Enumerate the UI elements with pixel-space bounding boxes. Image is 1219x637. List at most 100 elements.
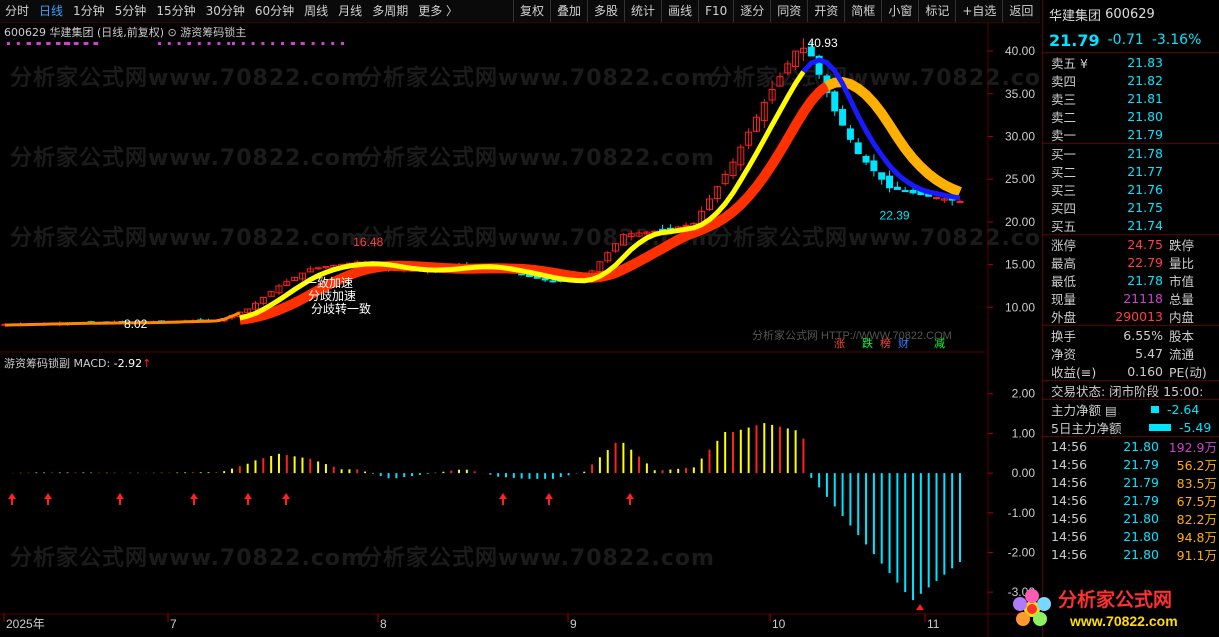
tick-time: 14:56 bbox=[1051, 510, 1088, 526]
price-change: -0.71 bbox=[1107, 32, 1144, 48]
event-badge: 跌 bbox=[862, 336, 873, 350]
low-label: 8.02 bbox=[124, 317, 148, 331]
y-tick-label: 10.00 bbox=[1005, 300, 1035, 314]
y-tick-label: 2.00 bbox=[1012, 387, 1036, 401]
signal-dot bbox=[28, 42, 31, 45]
period-tab[interactable]: 15分钟 bbox=[151, 0, 200, 22]
y-tick-label: -2.00 bbox=[1008, 545, 1036, 559]
signal-dot bbox=[188, 42, 191, 45]
period-tab[interactable]: 30分钟 bbox=[201, 0, 250, 22]
buy-arrow-icon bbox=[116, 492, 124, 505]
period-tab[interactable]: 5分钟 bbox=[110, 0, 152, 22]
flow-value: -2.64 bbox=[1167, 401, 1200, 417]
toolbar-button[interactable]: 逐分 bbox=[733, 0, 770, 22]
candle-body bbox=[549, 280, 557, 283]
signal-dot bbox=[227, 42, 231, 45]
logo-url: www.70822.com bbox=[1069, 613, 1178, 629]
flow-label: 5日主力净额 bbox=[1051, 420, 1122, 436]
signal-label: 分歧加速 bbox=[308, 289, 356, 303]
toolbar-button[interactable]: 多股 bbox=[587, 0, 624, 22]
indicator-title: 游资筹码锁副 MACD: -2.92↑ bbox=[4, 357, 152, 370]
signal-dot bbox=[64, 42, 67, 45]
bid-row: 买四 21.75 bbox=[1043, 198, 1219, 216]
ma-line bbox=[4, 311, 241, 327]
y-tick-label: 25.00 bbox=[1005, 172, 1035, 186]
signal-dot bbox=[167, 42, 171, 45]
row-value: 0.160 bbox=[1127, 363, 1163, 379]
toolbar-button[interactable]: 标记 bbox=[918, 0, 955, 22]
chart-title: 600629 华建集团 (日线,前复权) ⊙ 游资筹码锁主 bbox=[4, 26, 247, 39]
signal-dot bbox=[93, 42, 97, 45]
ask-row: 卖五 ¥ 21.83 bbox=[1043, 53, 1219, 71]
flow-bar bbox=[1149, 423, 1171, 431]
row-label: 换手 bbox=[1051, 328, 1077, 344]
bid-row: 买二 21.77 bbox=[1043, 162, 1219, 180]
row-value: 21.80 bbox=[1127, 108, 1163, 124]
row-value: 21.83 bbox=[1127, 54, 1163, 70]
period-tab[interactable]: 周线 bbox=[299, 0, 333, 22]
y-tick-label: 20.00 bbox=[1005, 215, 1035, 229]
toolbar-button[interactable]: F10 bbox=[698, 0, 733, 22]
row-label: 最低 bbox=[1051, 273, 1077, 289]
bid-row: 买三 21.76 bbox=[1043, 180, 1219, 198]
up-arrow-icon: ↑ bbox=[142, 357, 152, 370]
tick-volume: 91.1万 bbox=[1176, 547, 1217, 563]
candle-body bbox=[682, 224, 690, 227]
trade-status: 交易状态: 闭市阶段 15:00: bbox=[1043, 380, 1219, 399]
period-tab[interactable]: 1分钟 bbox=[68, 0, 110, 22]
row-label: 卖五 ¥ bbox=[1051, 55, 1088, 71]
signal-dot bbox=[241, 42, 245, 45]
toolbar-button[interactable]: 小窗 bbox=[881, 0, 918, 22]
toolbar-button[interactable]: 简框 bbox=[844, 0, 881, 22]
period-tab[interactable]: 月线 bbox=[333, 0, 367, 22]
stat-row: 收益(≡) 0.160 PE(动) bbox=[1043, 362, 1219, 380]
toolbar-button[interactable]: 统计 bbox=[624, 0, 661, 22]
toolbar-button[interactable]: 同资 bbox=[770, 0, 807, 22]
row-label: 卖四 bbox=[1051, 73, 1077, 89]
row-label-2: 内盘 bbox=[1169, 309, 1195, 325]
candle-body bbox=[831, 91, 839, 112]
signal-dot bbox=[37, 42, 41, 45]
row-label-2: 总量 bbox=[1169, 291, 1195, 307]
toolbar-button[interactable]: 返回 bbox=[1002, 0, 1039, 22]
stock-chart[interactable]: 40.00 35.00 30.00 25.00 20.00 15.00 10.00 2.00 1… bbox=[0, 22, 1040, 637]
tick-volume: 82.2万 bbox=[1176, 511, 1217, 527]
toolbar-button[interactable]: 开资 bbox=[807, 0, 844, 22]
toolbar-button[interactable]: 复权 bbox=[513, 0, 550, 22]
signal-dot bbox=[292, 42, 295, 45]
row-label: 现量 bbox=[1051, 291, 1077, 307]
period-tab[interactable]: 多周期 bbox=[367, 0, 413, 22]
row-value: 21.76 bbox=[1127, 181, 1163, 197]
ask-row: 卖一 21.79 bbox=[1043, 125, 1219, 143]
toolbar-button[interactable]: 叠加 bbox=[550, 0, 587, 22]
y-tick-label: 35.00 bbox=[1005, 87, 1035, 101]
candle-body bbox=[839, 109, 847, 126]
buy-arrow-icon bbox=[545, 492, 553, 505]
row-value: 24.75 bbox=[1127, 236, 1163, 252]
buy-arrow-icon bbox=[190, 492, 198, 505]
row-label: 买三 bbox=[1051, 182, 1077, 198]
tick-price: 21.79 bbox=[1123, 456, 1159, 472]
stat-row: 外盘 290013 内盘 bbox=[1043, 307, 1219, 325]
signal-dot bbox=[341, 42, 344, 45]
period-tab[interactable]: 分时 bbox=[0, 0, 34, 22]
tick-volume: 56.2万 bbox=[1176, 457, 1217, 473]
signal-dot bbox=[271, 42, 275, 45]
buy-arrow-icon bbox=[499, 492, 507, 505]
tick-row: 14:56 21.80 91.1万 bbox=[1043, 545, 1219, 563]
flow-bar bbox=[1151, 405, 1159, 413]
row-value: 21.82 bbox=[1127, 72, 1163, 88]
period-tab[interactable]: 更多 〉 bbox=[413, 0, 463, 22]
signal-dot bbox=[232, 42, 235, 45]
stock-price-row: 21.79 -0.71 -3.16% bbox=[1043, 28, 1219, 52]
period-tab[interactable]: 日线 bbox=[34, 0, 68, 22]
bid-row: 买五 21.74 bbox=[1043, 216, 1219, 234]
row-value: 21118 bbox=[1123, 290, 1163, 306]
toolbar-button[interactable]: +自选 bbox=[955, 0, 1002, 22]
period-tab[interactable]: 60分钟 bbox=[250, 0, 299, 22]
y-tick-label: -1.00 bbox=[1008, 506, 1036, 520]
toolbar-button[interactable]: 画线 bbox=[661, 0, 698, 22]
row-label: 卖二 bbox=[1051, 109, 1077, 125]
signal-dot bbox=[301, 42, 305, 45]
tick-time: 14:56 bbox=[1051, 474, 1088, 490]
